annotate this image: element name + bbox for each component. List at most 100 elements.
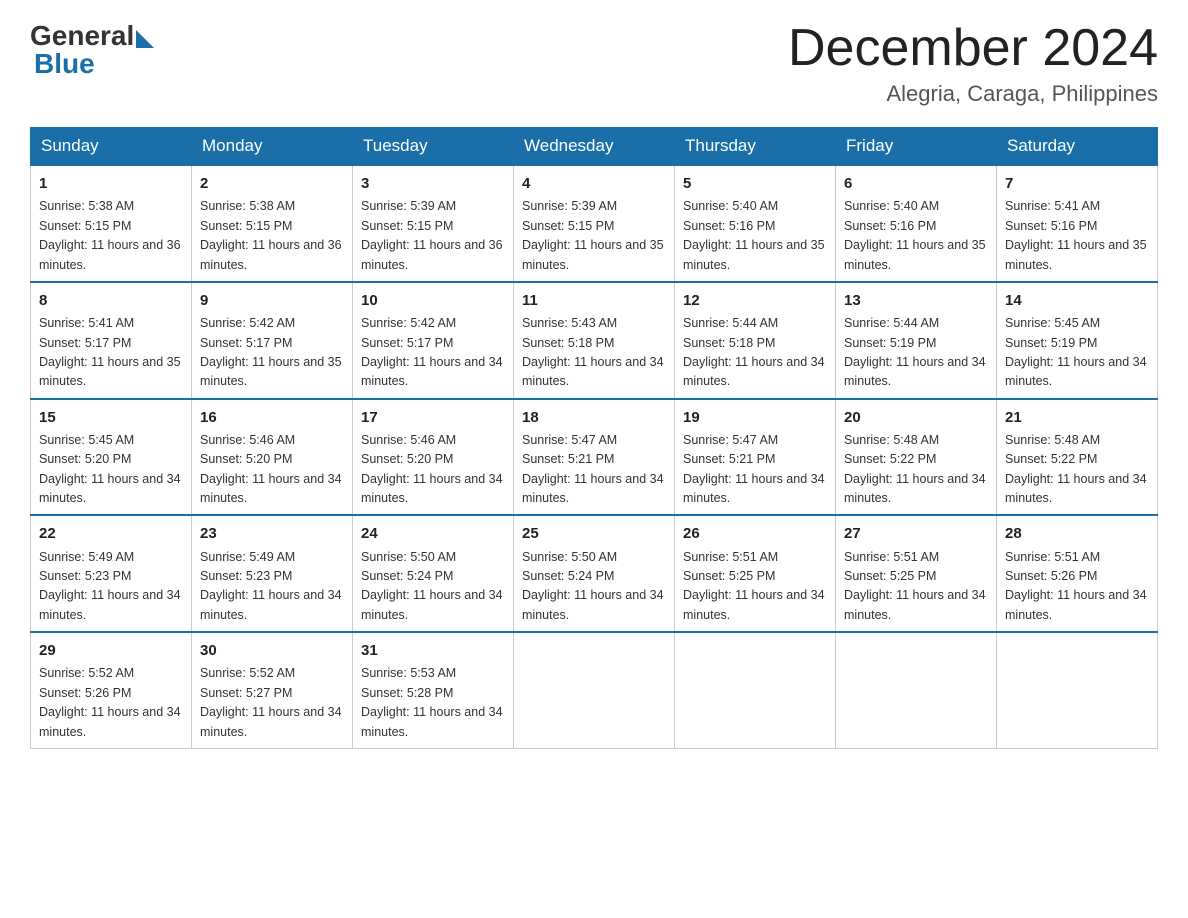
sunset-text: Sunset: 5:23 PM (39, 569, 131, 583)
day-number: 24 (361, 522, 505, 545)
sunset-text: Sunset: 5:20 PM (361, 452, 453, 466)
day-number: 19 (683, 406, 827, 429)
day-number: 15 (39, 406, 183, 429)
sunrise-text: Sunrise: 5:52 AM (39, 666, 134, 680)
sunrise-text: Sunrise: 5:49 AM (200, 550, 295, 564)
calendar-cell: 20 Sunrise: 5:48 AM Sunset: 5:22 PM Dayl… (836, 399, 997, 516)
sunrise-text: Sunrise: 5:46 AM (361, 433, 456, 447)
calendar-cell: 5 Sunrise: 5:40 AM Sunset: 5:16 PM Dayli… (675, 165, 836, 282)
day-number: 13 (844, 289, 988, 312)
sunrise-text: Sunrise: 5:43 AM (522, 316, 617, 330)
calendar-week-5: 29 Sunrise: 5:52 AM Sunset: 5:26 PM Dayl… (31, 632, 1158, 748)
calendar-week-1: 1 Sunrise: 5:38 AM Sunset: 5:15 PM Dayli… (31, 165, 1158, 282)
daylight-text: Daylight: 11 hours and 36 minutes. (200, 238, 342, 271)
daylight-text: Daylight: 11 hours and 34 minutes. (522, 355, 664, 388)
day-number: 14 (1005, 289, 1149, 312)
sunset-text: Sunset: 5:25 PM (683, 569, 775, 583)
logo-blue-text: Blue (30, 48, 95, 80)
calendar-cell: 9 Sunrise: 5:42 AM Sunset: 5:17 PM Dayli… (192, 282, 353, 399)
sunrise-text: Sunrise: 5:41 AM (39, 316, 134, 330)
calendar-cell: 26 Sunrise: 5:51 AM Sunset: 5:25 PM Dayl… (675, 515, 836, 632)
calendar-cell: 17 Sunrise: 5:46 AM Sunset: 5:20 PM Dayl… (353, 399, 514, 516)
sunset-text: Sunset: 5:22 PM (844, 452, 936, 466)
calendar-cell: 6 Sunrise: 5:40 AM Sunset: 5:16 PM Dayli… (836, 165, 997, 282)
sunrise-text: Sunrise: 5:38 AM (39, 199, 134, 213)
sunset-text: Sunset: 5:21 PM (683, 452, 775, 466)
day-number: 23 (200, 522, 344, 545)
day-number: 3 (361, 172, 505, 195)
sunset-text: Sunset: 5:24 PM (361, 569, 453, 583)
sunrise-text: Sunrise: 5:38 AM (200, 199, 295, 213)
daylight-text: Daylight: 11 hours and 35 minutes. (39, 355, 181, 388)
daylight-text: Daylight: 11 hours and 36 minutes. (361, 238, 503, 271)
sunrise-text: Sunrise: 5:40 AM (844, 199, 939, 213)
calendar-cell: 8 Sunrise: 5:41 AM Sunset: 5:17 PM Dayli… (31, 282, 192, 399)
sunset-text: Sunset: 5:15 PM (200, 219, 292, 233)
sunrise-text: Sunrise: 5:48 AM (1005, 433, 1100, 447)
daylight-text: Daylight: 11 hours and 34 minutes. (39, 472, 181, 505)
daylight-text: Daylight: 11 hours and 34 minutes. (522, 588, 664, 621)
calendar-cell: 21 Sunrise: 5:48 AM Sunset: 5:22 PM Dayl… (997, 399, 1158, 516)
sunset-text: Sunset: 5:17 PM (39, 336, 131, 350)
calendar-cell: 22 Sunrise: 5:49 AM Sunset: 5:23 PM Dayl… (31, 515, 192, 632)
daylight-text: Daylight: 11 hours and 35 minutes. (683, 238, 825, 271)
day-number: 27 (844, 522, 988, 545)
sunrise-text: Sunrise: 5:42 AM (361, 316, 456, 330)
sunset-text: Sunset: 5:19 PM (1005, 336, 1097, 350)
header-friday: Friday (836, 128, 997, 166)
sunset-text: Sunset: 5:20 PM (39, 452, 131, 466)
sunrise-text: Sunrise: 5:45 AM (39, 433, 134, 447)
calendar-cell: 15 Sunrise: 5:45 AM Sunset: 5:20 PM Dayl… (31, 399, 192, 516)
sunset-text: Sunset: 5:18 PM (522, 336, 614, 350)
calendar-week-3: 15 Sunrise: 5:45 AM Sunset: 5:20 PM Dayl… (31, 399, 1158, 516)
sunset-text: Sunset: 5:18 PM (683, 336, 775, 350)
daylight-text: Daylight: 11 hours and 34 minutes. (1005, 588, 1147, 621)
calendar-cell: 3 Sunrise: 5:39 AM Sunset: 5:15 PM Dayli… (353, 165, 514, 282)
day-number: 29 (39, 639, 183, 662)
daylight-text: Daylight: 11 hours and 34 minutes. (200, 588, 342, 621)
day-number: 22 (39, 522, 183, 545)
sunset-text: Sunset: 5:17 PM (361, 336, 453, 350)
sunset-text: Sunset: 5:15 PM (39, 219, 131, 233)
day-number: 16 (200, 406, 344, 429)
sunset-text: Sunset: 5:26 PM (1005, 569, 1097, 583)
day-number: 20 (844, 406, 988, 429)
calendar-cell: 25 Sunrise: 5:50 AM Sunset: 5:24 PM Dayl… (514, 515, 675, 632)
day-number: 11 (522, 289, 666, 312)
calendar-cell: 30 Sunrise: 5:52 AM Sunset: 5:27 PM Dayl… (192, 632, 353, 748)
daylight-text: Daylight: 11 hours and 34 minutes. (683, 355, 825, 388)
day-number: 1 (39, 172, 183, 195)
sunset-text: Sunset: 5:22 PM (1005, 452, 1097, 466)
header-thursday: Thursday (675, 128, 836, 166)
calendar-cell: 27 Sunrise: 5:51 AM Sunset: 5:25 PM Dayl… (836, 515, 997, 632)
sunset-text: Sunset: 5:23 PM (200, 569, 292, 583)
day-number: 26 (683, 522, 827, 545)
daylight-text: Daylight: 11 hours and 35 minutes. (1005, 238, 1147, 271)
sunrise-text: Sunrise: 5:46 AM (200, 433, 295, 447)
day-number: 10 (361, 289, 505, 312)
sunset-text: Sunset: 5:28 PM (361, 686, 453, 700)
calendar-cell: 14 Sunrise: 5:45 AM Sunset: 5:19 PM Dayl… (997, 282, 1158, 399)
sunrise-text: Sunrise: 5:49 AM (39, 550, 134, 564)
sunrise-text: Sunrise: 5:39 AM (361, 199, 456, 213)
day-number: 6 (844, 172, 988, 195)
logo: General Blue (30, 20, 154, 80)
sunrise-text: Sunrise: 5:50 AM (522, 550, 617, 564)
daylight-text: Daylight: 11 hours and 34 minutes. (683, 472, 825, 505)
sunset-text: Sunset: 5:20 PM (200, 452, 292, 466)
sunrise-text: Sunrise: 5:53 AM (361, 666, 456, 680)
sunset-text: Sunset: 5:16 PM (683, 219, 775, 233)
sunrise-text: Sunrise: 5:40 AM (683, 199, 778, 213)
calendar-week-4: 22 Sunrise: 5:49 AM Sunset: 5:23 PM Dayl… (31, 515, 1158, 632)
sunrise-text: Sunrise: 5:51 AM (844, 550, 939, 564)
calendar-cell: 23 Sunrise: 5:49 AM Sunset: 5:23 PM Dayl… (192, 515, 353, 632)
day-number: 2 (200, 172, 344, 195)
calendar-cell: 13 Sunrise: 5:44 AM Sunset: 5:19 PM Dayl… (836, 282, 997, 399)
sunset-text: Sunset: 5:21 PM (522, 452, 614, 466)
sunrise-text: Sunrise: 5:45 AM (1005, 316, 1100, 330)
sunrise-text: Sunrise: 5:47 AM (522, 433, 617, 447)
daylight-text: Daylight: 11 hours and 34 minutes. (361, 705, 503, 738)
day-number: 5 (683, 172, 827, 195)
sunrise-text: Sunrise: 5:51 AM (683, 550, 778, 564)
calendar-cell: 12 Sunrise: 5:44 AM Sunset: 5:18 PM Dayl… (675, 282, 836, 399)
